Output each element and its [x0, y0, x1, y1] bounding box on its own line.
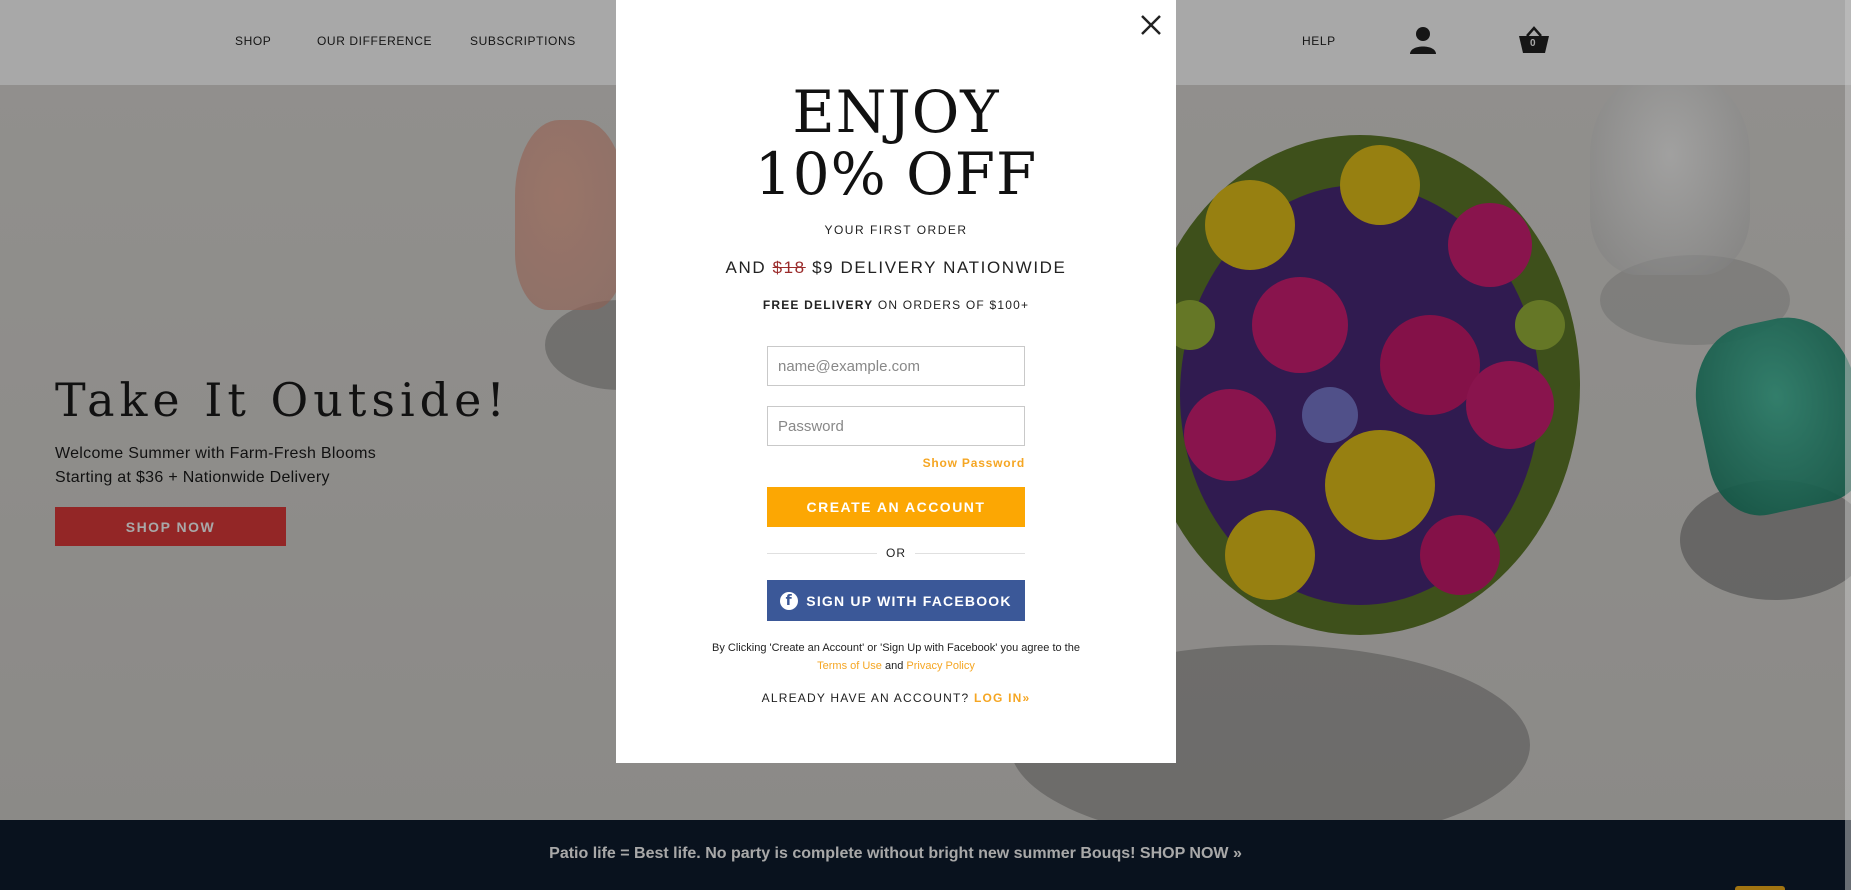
- legal-text: By Clicking 'Create an Account' or 'Sign…: [696, 639, 1096, 675]
- signup-modal: ENJOY 10% OFF YOUR FIRST ORDER AND $18 $…: [616, 0, 1176, 763]
- email-field[interactable]: [767, 346, 1025, 386]
- legal-and: and: [884, 660, 904, 672]
- modal-title-line-1: ENJOY: [792, 78, 1000, 146]
- free-delivery-text: FREE DELIVERY ON ORDERS OF $100+: [616, 298, 1176, 312]
- free-delivery-bold: FREE DELIVERY: [762, 298, 874, 312]
- divider: [767, 553, 877, 554]
- show-password-link[interactable]: Show Password: [767, 456, 1025, 470]
- terms-of-use-link[interactable]: Terms of Use: [817, 660, 882, 672]
- facebook-icon: f: [780, 591, 799, 610]
- facebook-signup-button[interactable]: f SIGN UP WITH FACEBOOK: [767, 580, 1025, 621]
- legal-agree-text: By Clicking 'Create an Account' or 'Sign…: [712, 642, 1080, 654]
- password-field[interactable]: [767, 406, 1025, 446]
- first-order-text: YOUR FIRST ORDER: [824, 223, 968, 237]
- close-icon[interactable]: [1136, 10, 1166, 40]
- or-separator: OR: [886, 546, 906, 560]
- divider: [915, 553, 1025, 554]
- log-in-link[interactable]: LOG IN»: [974, 691, 1030, 705]
- already-account-text: ALREADY HAVE AN ACCOUNT?: [761, 691, 970, 705]
- scrollbar[interactable]: [1845, 0, 1851, 890]
- free-delivery-rest: ON ORDERS OF $100+: [877, 298, 1030, 312]
- facebook-signup-label: SIGN UP WITH FACEBOOK: [806, 592, 1012, 609]
- create-account-button[interactable]: CREATE AN ACCOUNT: [767, 487, 1025, 527]
- new-delivery-price: $9 DELIVERY NATIONWIDE: [812, 258, 1067, 277]
- privacy-policy-link[interactable]: Privacy Policy: [906, 660, 974, 672]
- delivery-prefix: AND: [725, 258, 767, 277]
- login-prompt: ALREADY HAVE AN ACCOUNT? LOG IN»: [616, 691, 1176, 705]
- modal-title-line-2: 10% OFF: [754, 140, 1038, 208]
- old-delivery-price: $18: [772, 258, 806, 277]
- delivery-offer: AND $18 $9 DELIVERY NATIONWIDE: [616, 258, 1176, 278]
